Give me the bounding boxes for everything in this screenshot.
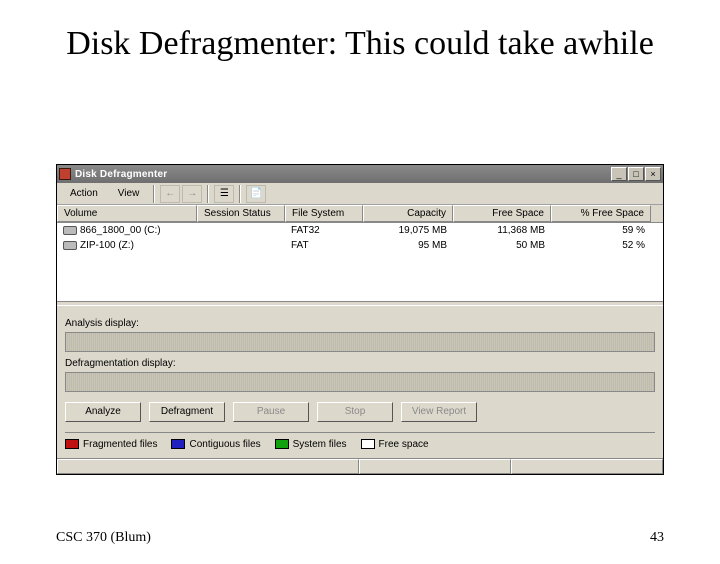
cell-volume: ZIP-100 (Z:): [57, 240, 197, 251]
defrag-window: Disk Defragmenter _ □ × Action View ← → …: [56, 164, 664, 475]
back-icon[interactable]: ←: [160, 185, 180, 203]
window-title: Disk Defragmenter: [75, 169, 611, 180]
forward-icon[interactable]: →: [182, 185, 202, 203]
slide-title: Disk Defragmenter: This could take awhil…: [60, 24, 660, 63]
analyze-button[interactable]: Analyze: [65, 402, 141, 422]
cell-fs: FAT32: [285, 225, 363, 236]
cell-free: 50 MB: [453, 240, 551, 251]
menu-separator: [207, 185, 209, 203]
slide-footer-right: 43: [650, 530, 664, 546]
col-freespace[interactable]: Free Space: [453, 205, 551, 222]
legend-item-frag: Fragmented files: [65, 439, 157, 450]
cell-pct: 52 %: [551, 240, 651, 251]
menu-separator: [153, 185, 155, 203]
swatch-contig: [171, 439, 185, 449]
window-controls: _ □ ×: [611, 167, 661, 181]
help-icon[interactable]: 📄: [246, 185, 266, 203]
col-filesystem[interactable]: File System: [285, 205, 363, 222]
button-row: Analyze Defragment Pause Stop View Repor…: [65, 402, 655, 422]
properties-icon[interactable]: ☰: [214, 185, 234, 203]
defragment-button[interactable]: Defragment: [149, 402, 225, 422]
menu-view[interactable]: View: [109, 185, 149, 202]
legend-item-system: System files: [275, 439, 347, 450]
legend: Fragmented files Contiguous files System…: [65, 432, 655, 450]
col-volume[interactable]: Volume: [57, 205, 197, 222]
drive-icon: [63, 226, 77, 235]
minimize-button[interactable]: _: [611, 167, 627, 181]
cell-pct: 59 %: [551, 225, 651, 236]
menubar: Action View ← → ☰ 📄: [57, 183, 663, 205]
col-pctfree[interactable]: % Free Space: [551, 205, 651, 222]
column-headers: Volume Session Status File System Capaci…: [57, 205, 663, 223]
swatch-frag: [65, 439, 79, 449]
titlebar: Disk Defragmenter _ □ ×: [57, 165, 663, 183]
swatch-system: [275, 439, 289, 449]
legend-item-contig: Contiguous files: [171, 439, 260, 450]
analysis-label: Analysis display:: [65, 318, 655, 329]
maximize-button[interactable]: □: [628, 167, 644, 181]
slide-footer-left: CSC 370 (Blum): [56, 530, 151, 546]
table-row[interactable]: 866_1800_00 (C:) FAT32 19,075 MB 11,368 …: [57, 223, 663, 238]
defrag-display: [65, 372, 655, 392]
cell-capacity: 19,075 MB: [363, 225, 453, 236]
col-session[interactable]: Session Status: [197, 205, 285, 222]
menu-action[interactable]: Action: [61, 185, 107, 202]
pause-button[interactable]: Pause: [233, 402, 309, 422]
legend-item-free: Free space: [361, 439, 429, 450]
statusbar: [57, 458, 663, 474]
table-row[interactable]: ZIP-100 (Z:) FAT 95 MB 50 MB 52 %: [57, 238, 663, 253]
view-report-button[interactable]: View Report: [401, 402, 477, 422]
cell-free: 11,368 MB: [453, 225, 551, 236]
cell-fs: FAT: [285, 240, 363, 251]
analysis-display: [65, 332, 655, 352]
cell-volume: 866_1800_00 (C:): [57, 225, 197, 236]
cell-capacity: 95 MB: [363, 240, 453, 251]
stop-button[interactable]: Stop: [317, 402, 393, 422]
swatch-free: [361, 439, 375, 449]
lower-panel: Analysis display: Defragmentation displa…: [57, 306, 663, 458]
volume-list: 866_1800_00 (C:) FAT32 19,075 MB 11,368 …: [57, 223, 663, 301]
drive-icon: [63, 241, 77, 250]
menu-separator: [239, 185, 241, 203]
app-icon: [59, 168, 71, 180]
col-capacity[interactable]: Capacity: [363, 205, 453, 222]
defrag-label: Defragmentation display:: [65, 358, 655, 369]
close-button[interactable]: ×: [645, 167, 661, 181]
